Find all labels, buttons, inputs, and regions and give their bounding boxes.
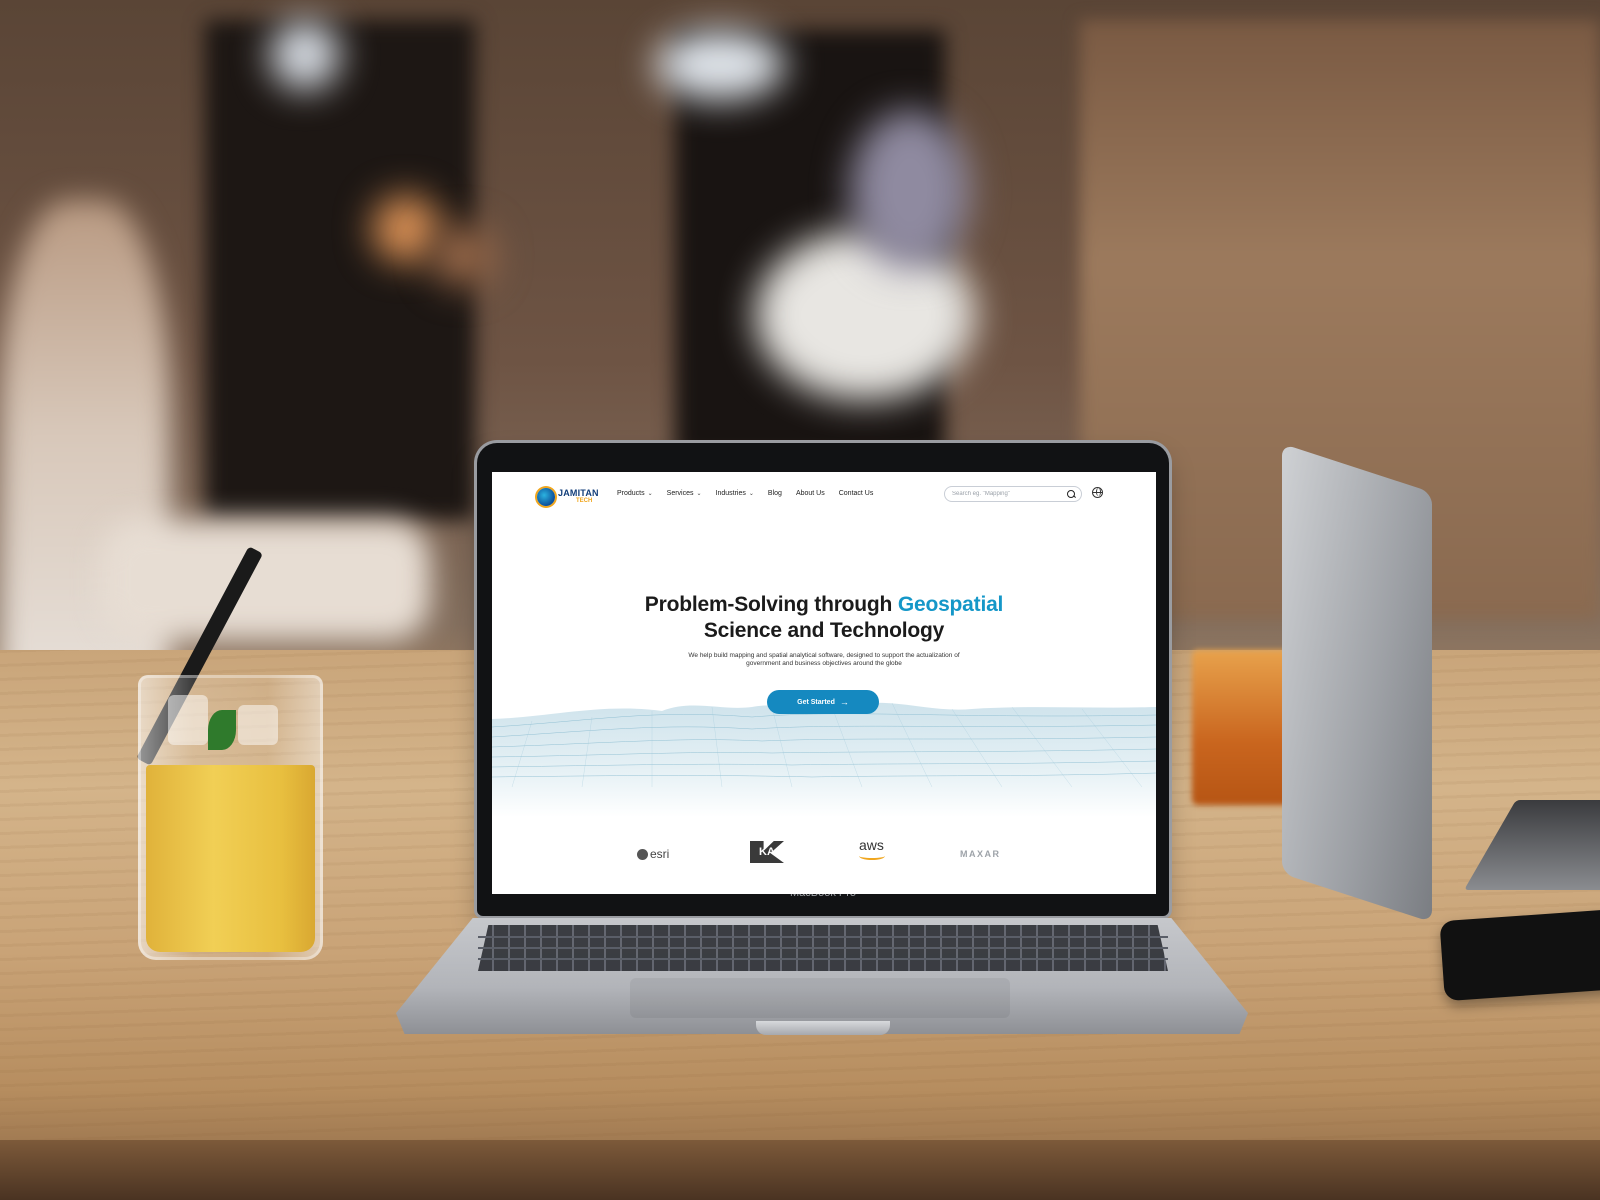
flower-stems xyxy=(850,110,970,270)
logo-globe-icon xyxy=(537,488,555,506)
keyboard-row-gap xyxy=(478,958,1168,960)
ice-cube xyxy=(168,695,208,745)
nav-label: About Us xyxy=(795,490,825,497)
search-icon[interactable] xyxy=(1067,490,1075,498)
search-input[interactable] xyxy=(945,490,1064,498)
nav-label: Blog xyxy=(767,490,782,497)
site-navbar: JAMITAN TECH Products ⌄ Services ⌄ Indus… xyxy=(492,472,1156,518)
nav-label: Industries xyxy=(715,490,746,497)
hero-subtitle: We help build mapping and spatial analyt… xyxy=(688,652,960,667)
bokeh-light xyxy=(432,225,494,287)
logo-wordmark: JAMITAN TECH xyxy=(558,489,599,505)
background-person xyxy=(0,200,170,720)
nav-label: Products xyxy=(617,490,645,497)
hero-title-accent: Geospatial xyxy=(897,593,1004,616)
nav-blog[interactable]: Blog xyxy=(768,490,782,497)
cta-label: Get Started xyxy=(797,698,835,706)
ka-wordmark: KA xyxy=(750,841,784,863)
nav-label: Services xyxy=(666,490,694,497)
wireframe-terrain xyxy=(492,702,1156,817)
photo-scene: MacBook Pro JAMITAN TECH Products ⌄ Ser xyxy=(0,0,1600,1200)
trackpad xyxy=(630,978,1010,1018)
lid-notch xyxy=(756,1021,890,1035)
nav-about-us[interactable]: About Us xyxy=(796,490,825,497)
chevron-down-icon: ⌄ xyxy=(696,491,702,497)
nav-services[interactable]: Services ⌄ xyxy=(667,490,702,497)
hero-title: Problem-Solving through Geospatial Scien… xyxy=(492,592,1156,644)
aws-smile-icon xyxy=(859,852,885,860)
get-started-button[interactable]: Get Started → xyxy=(767,690,879,714)
bokeh-light xyxy=(655,30,785,100)
nav-products[interactable]: Products ⌄ xyxy=(617,490,653,497)
orange-juice xyxy=(146,765,315,952)
background-person-arm xyxy=(100,520,430,640)
nav-contact-us[interactable]: Contact Us xyxy=(839,490,874,497)
esri-wordmark: esri xyxy=(650,847,670,861)
search-box[interactable] xyxy=(944,486,1082,502)
bokeh-light xyxy=(270,20,340,90)
site-logo[interactable]: JAMITAN TECH xyxy=(537,488,599,506)
aws-wordmark: aws xyxy=(859,837,884,853)
chevron-down-icon: ⌄ xyxy=(748,491,754,497)
hero-title-part1: Problem-Solving through xyxy=(644,593,898,616)
logo-name: JAMITAN xyxy=(558,488,599,498)
arrow-right-icon: → xyxy=(839,697,849,707)
juice-glass xyxy=(138,675,323,960)
partner-logos: esri KA aws MAXAR xyxy=(492,817,1156,894)
second-laptop-lid xyxy=(1282,443,1432,923)
ka-logo: KA xyxy=(750,841,784,863)
bokeh-light xyxy=(372,195,440,263)
esri-logo: esri xyxy=(637,847,669,861)
laptop-screen: JAMITAN TECH Products ⌄ Services ⌄ Indus… xyxy=(492,472,1156,894)
hero-title-part2: Science and Technology xyxy=(703,619,945,642)
aws-logo: aws xyxy=(859,837,885,860)
globe-icon[interactable] xyxy=(1092,487,1103,498)
chevron-down-icon: ⌄ xyxy=(647,491,653,497)
main-menu: Products ⌄ Services ⌄ Industries ⌄ Blog … xyxy=(617,490,887,497)
esri-globe-icon xyxy=(637,848,648,860)
keyboard-row-gap xyxy=(478,947,1168,949)
smartphone xyxy=(1439,908,1600,1002)
table-edge xyxy=(0,1140,1600,1200)
keyboard-row-gap xyxy=(478,936,1168,938)
nav-industries[interactable]: Industries ⌄ xyxy=(716,490,754,497)
mint-leaf xyxy=(208,710,236,750)
logo-sub: TECH xyxy=(576,498,593,504)
maxar-logo: MAXAR xyxy=(960,849,1001,859)
ice-cube xyxy=(238,705,278,745)
nav-label: Contact Us xyxy=(838,490,874,497)
